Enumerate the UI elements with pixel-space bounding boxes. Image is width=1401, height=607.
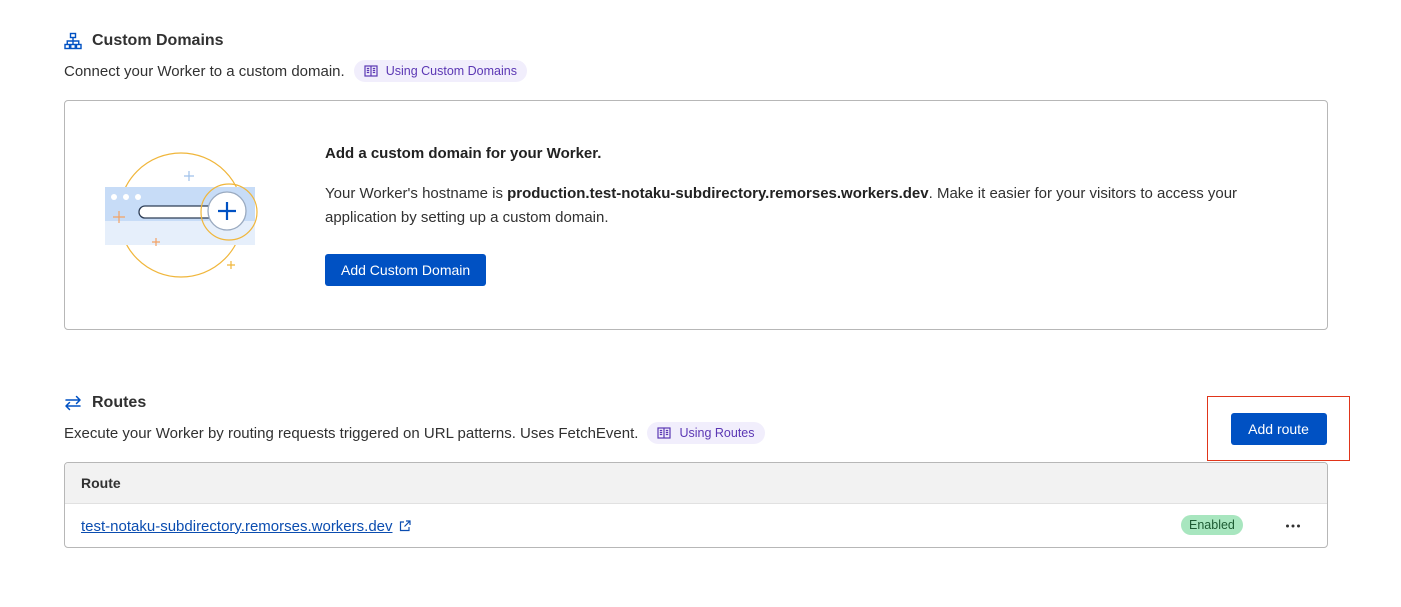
custom-domain-illustration: [103, 149, 283, 294]
custom-domains-section: Custom Domains Connect your Worker to a …: [64, 32, 527, 82]
using-routes-label: Using Routes: [679, 426, 755, 440]
custom-domains-header: Custom Domains: [64, 32, 527, 50]
custom-domains-description: Connect your Worker to a custom domain.: [64, 62, 345, 80]
using-custom-domains-link[interactable]: Using Custom Domains: [353, 60, 527, 82]
route-column-header: Route: [81, 475, 121, 491]
custom-domain-card: Add a custom domain for your Worker. You…: [64, 100, 1328, 330]
sitemap-icon: [64, 32, 82, 50]
route-link[interactable]: test-notaku-subdirectory.remorses.worker…: [81, 518, 411, 535]
arrows-exchange-icon: [64, 394, 82, 412]
status-badge: Enabled: [1181, 515, 1243, 535]
add-route-button[interactable]: Add route: [1230, 412, 1327, 445]
routes-description-row: Execute your Worker by routing requests …: [64, 422, 765, 444]
table-row: test-notaku-subdirectory.remorses.worker…: [65, 504, 1327, 547]
card-heading: Add a custom domain for your Worker.: [325, 145, 602, 162]
routes-table: Route test-notaku-subdirectory.remorses.…: [64, 462, 1328, 548]
using-custom-domains-label: Using Custom Domains: [385, 64, 517, 78]
card-description: Your Worker's hostname is production.tes…: [325, 182, 1295, 230]
book-icon: [657, 427, 672, 439]
more-horizontal-icon[interactable]: [1281, 514, 1305, 538]
external-link-icon: [399, 520, 411, 532]
custom-domains-title: Custom Domains: [92, 32, 224, 49]
routes-title: Routes: [92, 394, 147, 411]
add-custom-domain-button[interactable]: Add Custom Domain: [325, 254, 487, 286]
add-route-highlight: Add route: [1207, 396, 1350, 461]
custom-domains-description-row: Connect your Worker to a custom domain. …: [64, 60, 527, 82]
routes-header: Routes: [64, 394, 765, 412]
custom-domain-card-body: Add a custom domain for your Worker. You…: [325, 145, 1295, 286]
route-link-text: test-notaku-subdirectory.remorses.worker…: [81, 517, 393, 535]
card-text-prefix: Your Worker's hostname is: [325, 185, 508, 202]
routes-section: Routes Execute your Worker by routing re…: [64, 394, 765, 444]
using-routes-link[interactable]: Using Routes: [647, 422, 765, 444]
routes-table-header: Route: [65, 463, 1327, 504]
book-icon: [364, 65, 378, 77]
worker-hostname: production.test-notaku-subdirectory.remo…: [507, 185, 929, 202]
routes-description: Execute your Worker by routing requests …: [64, 424, 639, 442]
